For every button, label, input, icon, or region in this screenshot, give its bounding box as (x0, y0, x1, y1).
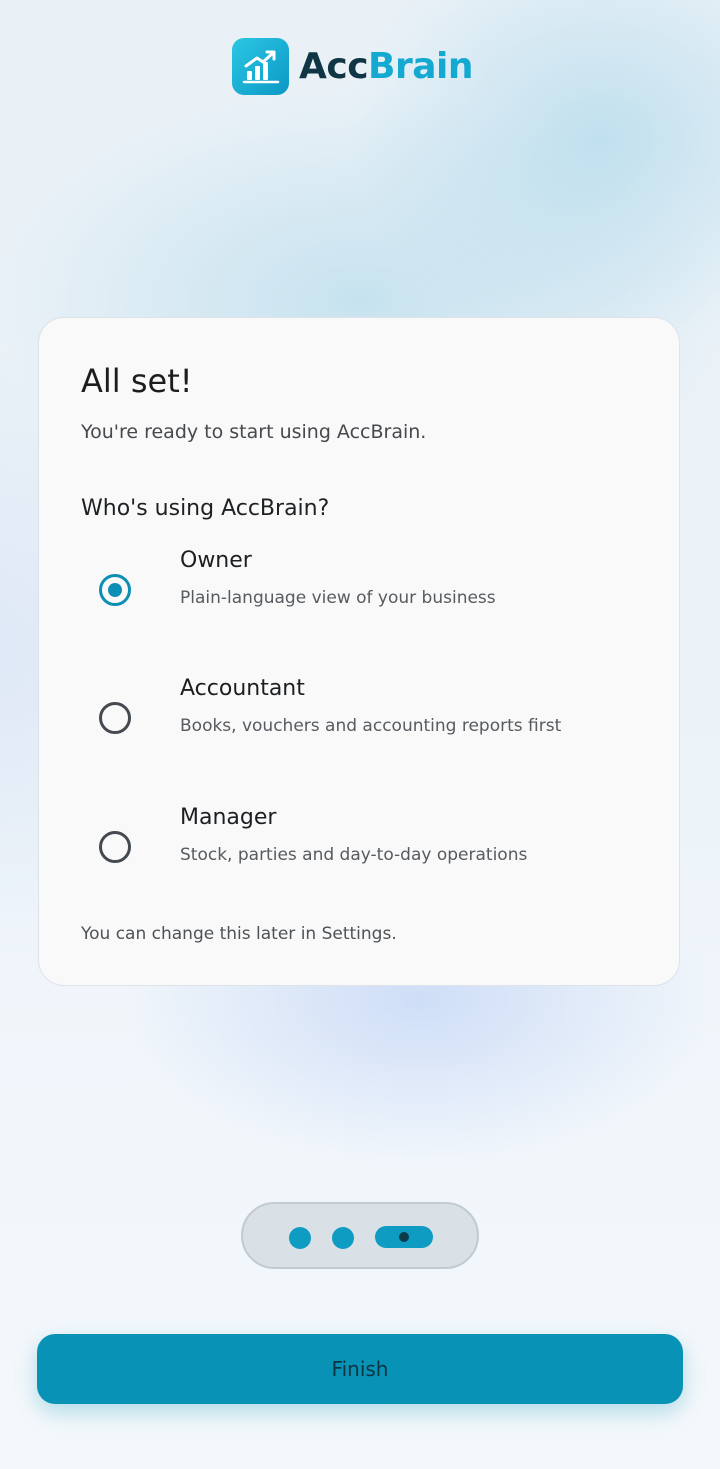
role-selection-card: All set! You're ready to start using Acc… (38, 317, 680, 986)
app-name-part2: Brain (368, 45, 474, 87)
settings-note: You can change this later in Settings. (81, 924, 397, 944)
app-logo: AccBrain (232, 38, 474, 95)
role-question: Who's using AccBrain? (81, 496, 330, 521)
role-option-description: Plain-language view of your business (180, 588, 496, 608)
role-option-label: Owner (180, 548, 252, 573)
page-title: All set! (81, 362, 193, 400)
role-option-label: Accountant (180, 676, 305, 701)
app-name: AccBrain (299, 45, 474, 87)
radio-manager[interactable] (99, 831, 131, 863)
page-dot-3-active[interactable] (375, 1226, 433, 1248)
bar-chart-growth-icon (232, 38, 289, 95)
role-option-manager[interactable]: Manager Stock, parties and day-to-day op… (79, 801, 639, 901)
role-option-description: Stock, parties and day-to-day operations (180, 845, 528, 865)
radio-accountant[interactable] (99, 702, 131, 734)
role-option-description: Books, vouchers and accounting reports f… (180, 716, 562, 736)
page-indicator (241, 1202, 479, 1269)
app-name-part1: Acc (299, 45, 369, 87)
role-option-accountant[interactable]: Accountant Books, vouchers and accountin… (79, 672, 639, 772)
finish-button[interactable]: Finish (37, 1334, 683, 1404)
radio-owner[interactable] (99, 574, 131, 606)
role-option-label: Manager (180, 805, 277, 830)
page-dot-2[interactable] (332, 1227, 354, 1249)
role-option-owner[interactable]: Owner Plain-language view of your busine… (79, 544, 639, 644)
page-dot-1[interactable] (289, 1227, 311, 1249)
page-subtitle: You're ready to start using AccBrain. (81, 421, 427, 443)
